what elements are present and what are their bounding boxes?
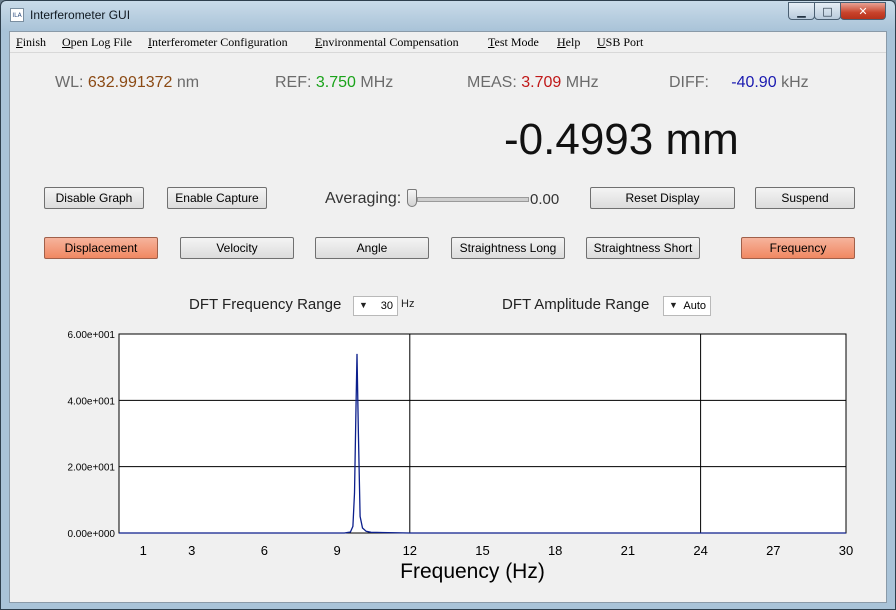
dft-amplitude-range-label: DFT Amplitude Range — [502, 296, 650, 313]
y-tick-label: 0.00e+000 — [67, 529, 115, 540]
wavelength-value: 632.991372 — [87, 74, 173, 91]
plot-area — [118, 333, 847, 534]
menu-finish[interactable]: Finish — [16, 35, 46, 50]
meas-value: 3.709 — [521, 74, 562, 91]
reference-label: REF: — [275, 74, 312, 91]
minimize-icon: ▁ — [797, 4, 806, 18]
maximize-icon: □ — [822, 4, 833, 18]
mode-velocity-button[interactable]: Velocity — [180, 237, 294, 259]
x-tick-label: 21 — [621, 543, 635, 558]
disable-graph-button[interactable]: Disable Graph — [44, 187, 144, 209]
x-tick-label: 6 — [261, 543, 268, 558]
wavelength-unit: nm — [176, 74, 200, 91]
diff-label: DIFF: — [669, 74, 709, 91]
diff-value: -40.90 — [731, 74, 777, 91]
averaging-slider-thumb[interactable] — [407, 189, 417, 207]
suspend-button[interactable]: Suspend — [755, 187, 855, 209]
averaging-slider-track[interactable] — [417, 197, 529, 202]
mode-angle-button[interactable]: Angle — [315, 237, 429, 259]
x-tick-label: 27 — [766, 543, 780, 558]
mode-straightness-short-button[interactable]: Straightness Short — [586, 237, 700, 259]
maximize-button[interactable]: □ — [814, 2, 841, 20]
reference-readout: REF: 3.750 MHz — [275, 74, 393, 92]
client-area: Finish Open Log File Interferometer Conf… — [9, 31, 887, 603]
close-button[interactable]: ✕ — [840, 2, 886, 20]
menu-usb-port[interactable]: USB Port — [597, 35, 643, 50]
dft-amplitude-range-select[interactable]: ▼ Auto — [663, 296, 711, 316]
x-tick-label: 9 — [333, 543, 340, 558]
chevron-down-icon: ▼ — [359, 300, 368, 310]
measurement-display: -0.4993 mm — [504, 115, 739, 164]
app-icon: ILA — [10, 8, 24, 22]
wavelength-readout: WL: 632.991372 nm — [55, 74, 199, 92]
enable-capture-button[interactable]: Enable Capture — [167, 187, 267, 209]
reference-unit: MHz — [360, 74, 394, 91]
menu-help[interactable]: Help — [557, 35, 580, 50]
x-tick-label: 30 — [839, 543, 853, 558]
x-tick-label: 24 — [693, 543, 707, 558]
mode-straightness-long-button[interactable]: Straightness Long — [451, 237, 565, 259]
meas-label: MEAS: — [467, 74, 517, 91]
mode-frequency-button[interactable]: Frequency — [741, 237, 855, 259]
reference-value: 3.750 — [315, 74, 356, 91]
x-axis-label: Frequency (Hz) — [400, 560, 545, 583]
x-tick-label: 18 — [548, 543, 562, 558]
dft-frequency-range-label: DFT Frequency Range — [189, 296, 342, 313]
window-title: Interferometer GUI — [30, 8, 131, 22]
dft-amplitude-range-value: Auto — [683, 300, 706, 312]
averaging-value: 0.00 — [530, 191, 560, 208]
dft-frequency-range-select[interactable]: ▼ 30 — [353, 296, 398, 316]
minimize-button[interactable]: ▁ — [788, 2, 815, 20]
menu-open-log-file[interactable]: Open Log File — [62, 35, 132, 50]
close-icon: ✕ — [858, 4, 868, 18]
x-tick-label: 3 — [188, 543, 195, 558]
dft-chart: 0.00e+000 2.00e+001 4.00e+001 6.00e+001 1 3 6 9… — [67, 330, 853, 583]
meas-unit: MHz — [565, 74, 599, 91]
difference-readout: DIFF: -40.90 kHz — [669, 74, 809, 92]
averaging-label: Averaging: — [325, 190, 402, 207]
diff-unit: kHz — [781, 74, 809, 91]
menu-environmental-compensation[interactable]: Environmental Compensation — [315, 35, 459, 50]
x-tick-label: 12 — [403, 543, 417, 558]
dft-frequency-range-value: 30 — [380, 300, 393, 312]
dft-frequency-unit: Hz — [401, 298, 415, 310]
y-tick-label: 2.00e+001 — [67, 463, 115, 474]
chevron-down-icon: ▼ — [669, 300, 678, 310]
measurement-frequency-readout: MEAS: 3.709 MHz — [467, 74, 599, 92]
y-tick-label: 6.00e+001 — [67, 330, 115, 341]
mode-displacement-button[interactable]: Displacement — [44, 237, 158, 259]
x-tick-label: 15 — [475, 543, 489, 558]
menu-bar: Finish Open Log File Interferometer Conf… — [10, 32, 886, 53]
main-window: ILA Interferometer GUI ▁ □ ✕ Finish Open… — [0, 0, 896, 610]
menu-interferometer-configuration[interactable]: Interferometer Configuration — [148, 35, 288, 50]
menu-test-mode[interactable]: Test Mode — [488, 35, 539, 50]
title-bar[interactable]: ILA Interferometer GUI ▁ □ ✕ — [1, 1, 895, 31]
x-tick-label: 1 — [140, 543, 147, 558]
reset-display-button[interactable]: Reset Display — [590, 187, 735, 209]
y-tick-label: 4.00e+001 — [67, 396, 115, 407]
wavelength-label: WL: — [55, 74, 84, 91]
